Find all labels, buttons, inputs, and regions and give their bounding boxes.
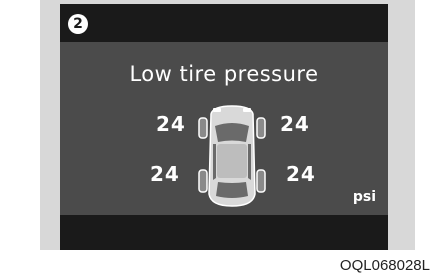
- pressure-unit: psi: [352, 189, 376, 205]
- rear-left-pressure: 24: [150, 162, 180, 186]
- display-top-bar: 2: [60, 4, 388, 42]
- car-top-view-icon: [198, 105, 266, 207]
- front-right-pressure: 24: [280, 112, 310, 136]
- step-badge: 2: [68, 14, 88, 34]
- warning-title: Low tire pressure: [129, 62, 319, 86]
- cluster-display: 2 Low tire pressure 24 24 24 24 psi: [60, 4, 388, 250]
- front-left-pressure: 24: [156, 112, 186, 136]
- figure-code: OQL068028L: [339, 257, 430, 274]
- display-bottom-bar: [60, 215, 388, 250]
- tpms-screen: Low tire pressure 24 24 24 24 psi: [60, 42, 388, 215]
- rear-right-pressure: 24: [286, 162, 316, 186]
